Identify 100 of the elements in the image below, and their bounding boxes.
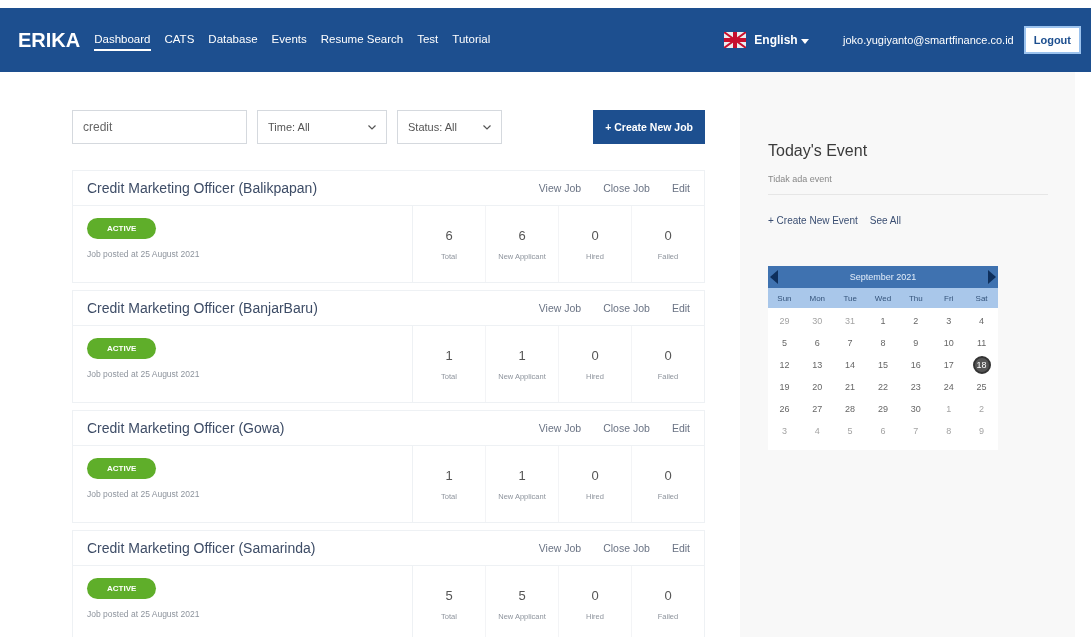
calendar-day[interactable]: 11 <box>972 334 991 352</box>
next-icon[interactable] <box>988 270 996 284</box>
brand-logo[interactable]: ERIKA <box>18 28 81 52</box>
stat-value: 0 <box>664 467 672 483</box>
stat-value: 6 <box>445 227 453 243</box>
weekday-label: Mon <box>808 293 827 303</box>
calendar-day[interactable]: 26 <box>775 400 794 418</box>
calendar-day[interactable]: 12 <box>775 356 794 374</box>
logout-button[interactable]: Logout <box>1023 26 1081 54</box>
flag-icon <box>724 32 747 48</box>
calendar-day[interactable]: 20 <box>808 378 827 396</box>
stat-value: 0 <box>591 467 599 483</box>
job-title[interactable]: Credit Marketing Officer (Gowa) <box>87 420 539 436</box>
calendar-day[interactable]: 29 <box>874 400 892 418</box>
weekday-label: Tue <box>842 293 858 303</box>
section-title: Today's Event <box>768 142 869 160</box>
nav-link[interactable]: Dashboard <box>94 29 151 51</box>
weekday-label: Thu <box>907 293 924 303</box>
calendar-day[interactable]: 6 <box>808 334 827 352</box>
posted-date: Job posted at 25 August 2021 <box>87 249 200 259</box>
calendar-day[interactable]: 4 <box>972 312 991 330</box>
calendar-day[interactable]: 10 <box>939 334 958 352</box>
calendar-day[interactable]: 27 <box>808 400 827 418</box>
job-title[interactable]: Credit Marketing Officer (Balikpapan) <box>87 180 539 196</box>
status-badge: ACTIVE <box>87 218 157 239</box>
empty-event-text: Tidak ada event <box>768 174 832 184</box>
create-job-button[interactable]: + Create New Job <box>593 110 705 144</box>
calendar-day[interactable]: 16 <box>906 356 925 374</box>
close-job-link[interactable]: Close Job <box>603 182 650 194</box>
search-field[interactable]: credit <box>72 110 247 144</box>
caret-icon <box>483 124 491 130</box>
nav-link[interactable]: Test <box>417 29 439 51</box>
previous-icon[interactable] <box>770 270 778 284</box>
calendar-day[interactable]: 1 <box>874 312 892 330</box>
posted-date: Job posted at 25 August 2021 <box>87 609 200 619</box>
calendar-day[interactable]: 21 <box>841 378 860 396</box>
weekday-label: Fri <box>943 293 955 303</box>
calendar-day[interactable]: 5 <box>775 334 794 352</box>
calendar-day[interactable]: 2 <box>906 312 925 330</box>
edit-link[interactable]: Edit <box>671 182 690 194</box>
job-title[interactable]: Credit Marketing Officer (Samarinda) <box>87 540 539 556</box>
stat-value: 5 <box>445 587 453 603</box>
calendar-day[interactable]: 9 <box>906 334 925 352</box>
job-title[interactable]: Credit Marketing Officer (BanjarBaru) <box>87 300 539 316</box>
nav-link[interactable]: Events <box>271 29 307 51</box>
calendar-day[interactable]: 7 <box>841 334 860 352</box>
stat-value: 1 <box>518 467 526 483</box>
stat-value: 0 <box>591 587 599 603</box>
month-title: September 2021 <box>849 272 917 282</box>
edit-link[interactable]: Edit <box>671 542 690 554</box>
status-badge: ACTIVE <box>87 458 157 479</box>
calendar-day[interactable]: 28 <box>841 400 860 418</box>
stat-value: 0 <box>591 347 599 363</box>
posted-date: Job posted at 25 August 2021 <box>87 489 200 499</box>
caret-icon[interactable] <box>800 39 809 44</box>
calendar-day[interactable]: 23 <box>906 378 925 396</box>
stat-value: 6 <box>518 227 526 243</box>
caret-icon <box>368 124 376 130</box>
status-badge: ACTIVE <box>87 338 157 359</box>
view-job-link[interactable]: View Job <box>538 302 582 314</box>
calendar-day[interactable]: 25 <box>972 378 991 396</box>
user-email: joko.yugiyanto@smartfinance.co.id <box>842 34 1014 46</box>
close-job-link[interactable]: Close Job <box>603 422 650 434</box>
calendar-day[interactable]: 14 <box>841 356 860 374</box>
nav-link[interactable]: Database <box>208 29 258 51</box>
stat-value: 0 <box>664 347 672 363</box>
calendar-day[interactable]: 13 <box>808 356 827 374</box>
view-job-link[interactable]: View Job <box>538 542 582 554</box>
stat-value: 1 <box>445 347 453 363</box>
filter-dropdown[interactable]: Time: All <box>257 110 387 144</box>
posted-date: Job posted at 25 August 2021 <box>87 369 200 379</box>
view-job-link[interactable]: View Job <box>538 182 582 194</box>
calendar-day[interactable]: 30 <box>906 400 925 418</box>
close-job-link[interactable]: Close Job <box>603 302 650 314</box>
calendar-day[interactable]: 17 <box>939 356 958 374</box>
weekday-label: Wed <box>873 293 893 303</box>
calendar-day[interactable]: 15 <box>874 356 892 374</box>
see-all-link[interactable]: See All <box>869 215 901 226</box>
edit-link[interactable]: Edit <box>671 422 690 434</box>
view-job-link[interactable]: View Job <box>538 422 582 434</box>
nav-link[interactable]: Resume Search <box>320 29 404 51</box>
weekday-label: Sun <box>776 293 793 303</box>
nav-link[interactable]: CATS <box>164 29 195 51</box>
nav-link[interactable]: Tutorial <box>452 29 491 51</box>
weekday-label: Sat <box>974 293 989 303</box>
calendar-day[interactable]: 8 <box>874 334 892 352</box>
calendar-day[interactable]: 18 <box>972 356 991 374</box>
calendar-day[interactable]: 19 <box>775 378 794 396</box>
stat-value: 1 <box>445 467 453 483</box>
stat-value: 1 <box>518 347 526 363</box>
edit-link[interactable]: Edit <box>671 302 690 314</box>
create-event-link[interactable]: + Create New Event <box>768 215 858 226</box>
calendar-day[interactable]: 22 <box>874 378 892 396</box>
language-selector[interactable]: English <box>754 33 809 47</box>
calendar-day[interactable]: 24 <box>939 378 958 396</box>
close-job-link[interactable]: Close Job <box>603 542 650 554</box>
calendar-day[interactable]: 3 <box>939 312 958 330</box>
status-badge: ACTIVE <box>87 578 157 599</box>
filter-dropdown[interactable]: Status: All <box>397 110 502 144</box>
stat-value: 0 <box>664 227 672 243</box>
